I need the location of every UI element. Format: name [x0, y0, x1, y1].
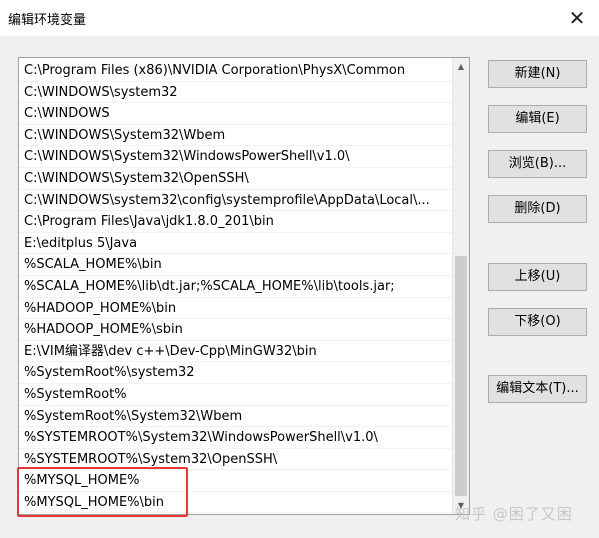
path-list-item[interactable]: E:\VIM编译器\dev c++\Dev-Cpp\MinGW32\bin	[19, 341, 452, 363]
new-button[interactable]: 新建(N)	[488, 60, 587, 88]
window-title: 编辑环境变量	[8, 13, 87, 28]
path-list-item[interactable]: %SYSTEMROOT%\System32\OpenSSH\	[19, 449, 452, 471]
path-listbox[interactable]: C:\Program Files (x86)\NVIDIA Corporatio…	[18, 57, 470, 515]
move-up-button[interactable]: 上移(U)	[488, 263, 587, 291]
scroll-up-arrow-icon[interactable]: ▲	[453, 58, 469, 75]
vertical-scrollbar[interactable]: ▲ ▼	[452, 58, 469, 514]
path-list-item[interactable]: %SYSTEMROOT%\System32\WindowsPowerShell\…	[19, 427, 452, 449]
browse-button[interactable]: 浏览(B)...	[488, 150, 587, 178]
path-list-item[interactable]: C:\WINDOWS	[19, 103, 452, 125]
path-list-item[interactable]: C:\WINDOWS\System32\Wbem	[19, 125, 452, 147]
path-list-item[interactable]: E:\editplus 5\Java	[19, 233, 452, 255]
close-icon[interactable]: ✕	[555, 0, 599, 36]
edit-text-button[interactable]: 编辑文本(T)...	[488, 375, 587, 403]
move-down-button[interactable]: 下移(O)	[488, 308, 587, 336]
path-list: C:\Program Files (x86)\NVIDIA Corporatio…	[19, 60, 452, 514]
path-list-item[interactable]: %SCALA_HOME%\lib\dt.jar;%SCALA_HOME%\lib…	[19, 276, 452, 298]
path-list-item[interactable]: %HADOOP_HOME%\sbin	[19, 319, 452, 341]
scroll-thumb[interactable]	[455, 256, 467, 496]
edit-button[interactable]: 编辑(E)	[488, 105, 587, 133]
path-list-item[interactable]: %MYSQL_HOME%\bin	[19, 492, 452, 514]
path-list-item[interactable]: %SystemRoot%	[19, 384, 452, 406]
path-list-item[interactable]: %HADOOP_HOME%\bin	[19, 298, 452, 320]
delete-button[interactable]: 删除(D)	[488, 195, 587, 223]
path-list-item[interactable]: C:\WINDOWS\System32\WindowsPowerShell\v1…	[19, 146, 452, 168]
path-list-item[interactable]: C:\WINDOWS\System32\OpenSSH\	[19, 168, 452, 190]
path-list-item[interactable]: %SystemRoot%\System32\Wbem	[19, 406, 452, 428]
title-bar: 编辑环境变量 ✕	[0, 0, 599, 36]
path-list-item[interactable]: %MYSQL_HOME%	[19, 470, 452, 492]
path-list-item[interactable]: C:\WINDOWS\system32	[19, 82, 452, 104]
path-list-item[interactable]: %SCALA_HOME%\bin	[19, 254, 452, 276]
path-list-item[interactable]: C:\Program Files (x86)\NVIDIA Corporatio…	[19, 60, 452, 82]
path-list-item[interactable]: C:\Program Files\Java\jdk1.8.0_201\bin	[19, 211, 452, 233]
path-list-item[interactable]: C:\WINDOWS\system32\config\systemprofile…	[19, 190, 452, 212]
path-list-item[interactable]: %SystemRoot%\system32	[19, 362, 452, 384]
watermark-text: 知乎 @困了又困	[455, 505, 573, 523]
